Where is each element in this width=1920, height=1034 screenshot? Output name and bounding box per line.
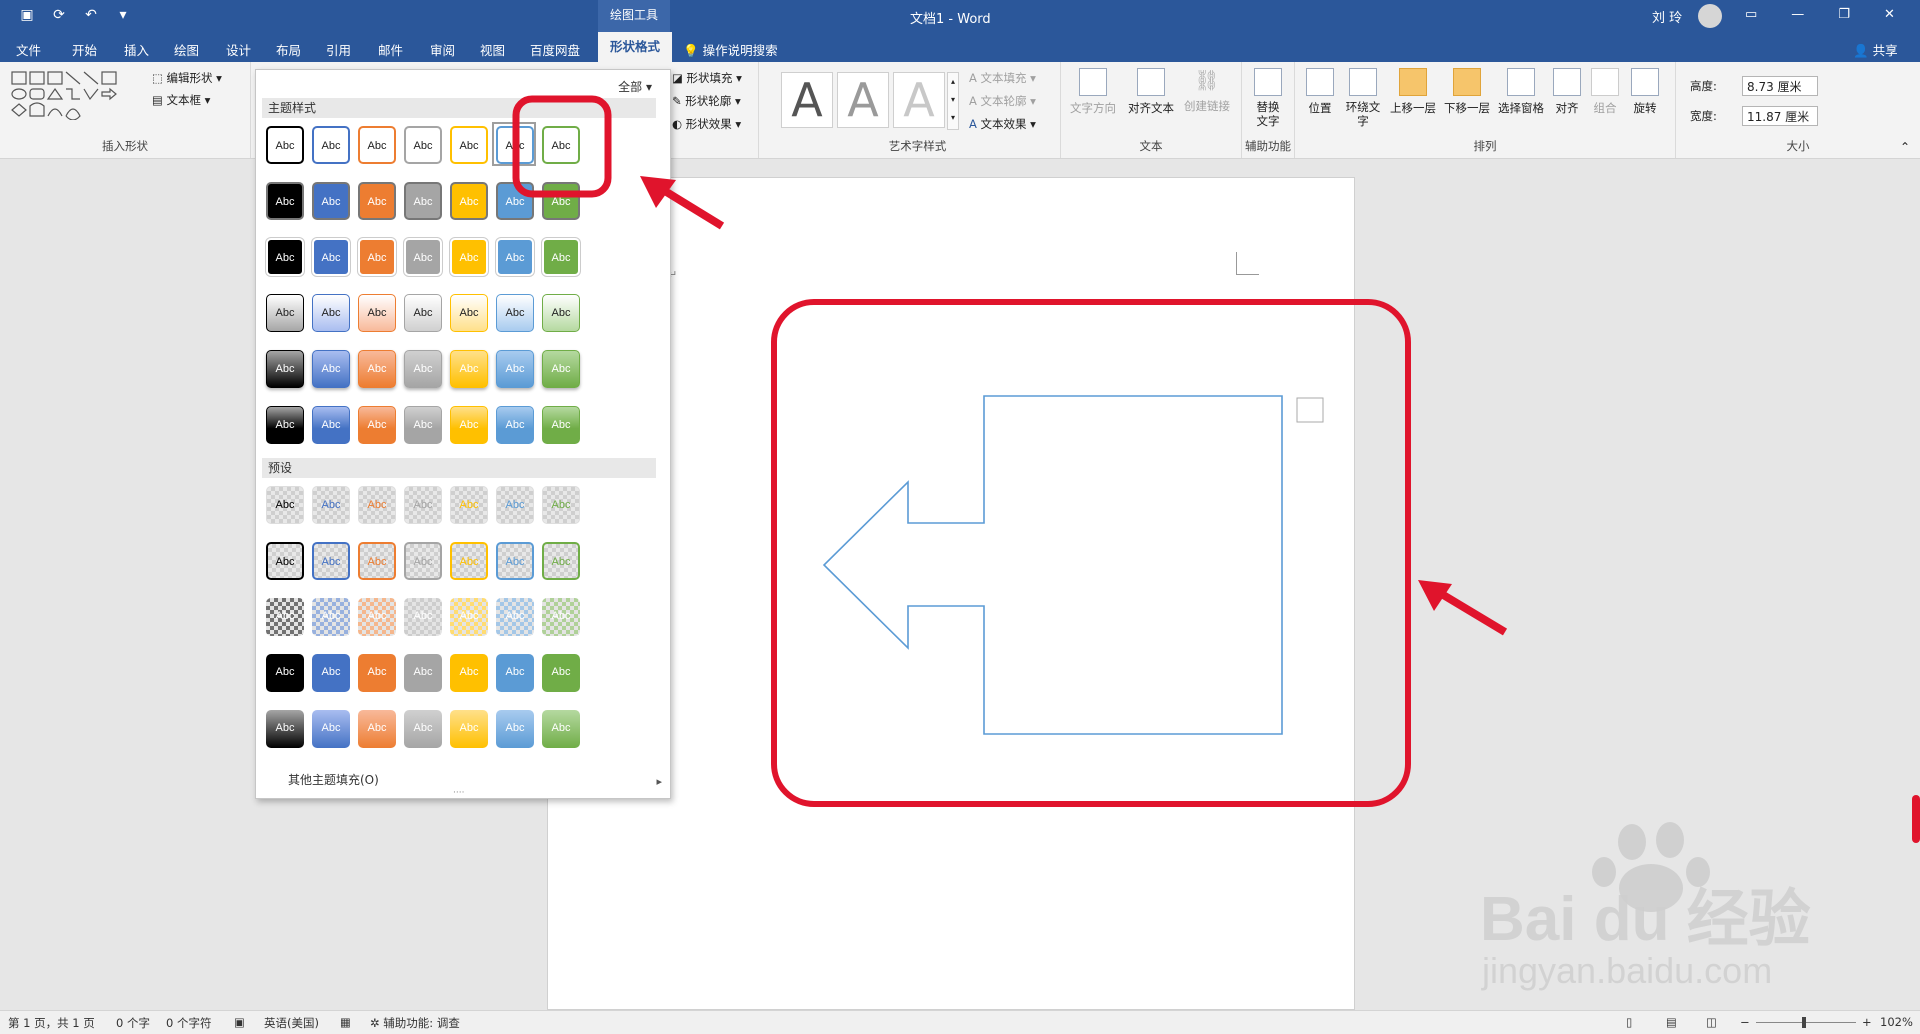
highlight-swatch-shape <box>512 95 612 198</box>
proofing-icon[interactable]: ▣ <box>234 1015 245 1029</box>
word-count[interactable]: 0 个字 <box>116 1015 150 1031</box>
watermark-brand: Bai du 经验 <box>1480 885 1811 954</box>
zoom-slider[interactable] <box>1756 1022 1856 1023</box>
zoom-slider-thumb[interactable] <box>1802 1017 1806 1028</box>
watermark-url: jingyan.baidu.com <box>1482 950 1773 991</box>
scrollbar-marker[interactable] <box>1912 795 1920 843</box>
zoom-in-icon[interactable]: + <box>1862 1015 1872 1029</box>
web-layout-icon[interactable]: ◫ <box>1706 1015 1717 1029</box>
macro-icon[interactable]: ▦ <box>340 1015 351 1029</box>
zoom-level[interactable]: 102% <box>1880 1015 1913 1029</box>
read-mode-icon[interactable]: ▯ <box>1626 1015 1632 1029</box>
accessibility-status-label: 辅助功能: 调查 <box>383 1016 460 1030</box>
pointer-arrow-2-shape <box>657 184 725 230</box>
char-count[interactable]: 0 个字符 <box>166 1015 211 1031</box>
language[interactable]: 英语(美国) <box>264 1015 319 1031</box>
baidu-watermark: Bai du 经验 jingyan.baidu.com <box>1470 820 1920 1000</box>
print-layout-icon[interactable]: ▤ <box>1666 1015 1677 1029</box>
status-bar: 第 1 页，共 1 页 0 个字 0 个字符 ▣ 英语(美国) ▦ ✲ 辅助功能… <box>0 1010 1920 1034</box>
page-count[interactable]: 第 1 页，共 1 页 <box>8 1015 95 1031</box>
accessibility-status[interactable]: ✲ 辅助功能: 调查 <box>370 1015 460 1031</box>
accessibility-icon: ✲ <box>370 1016 380 1030</box>
zoom-out-icon[interactable]: − <box>1740 1015 1750 1029</box>
